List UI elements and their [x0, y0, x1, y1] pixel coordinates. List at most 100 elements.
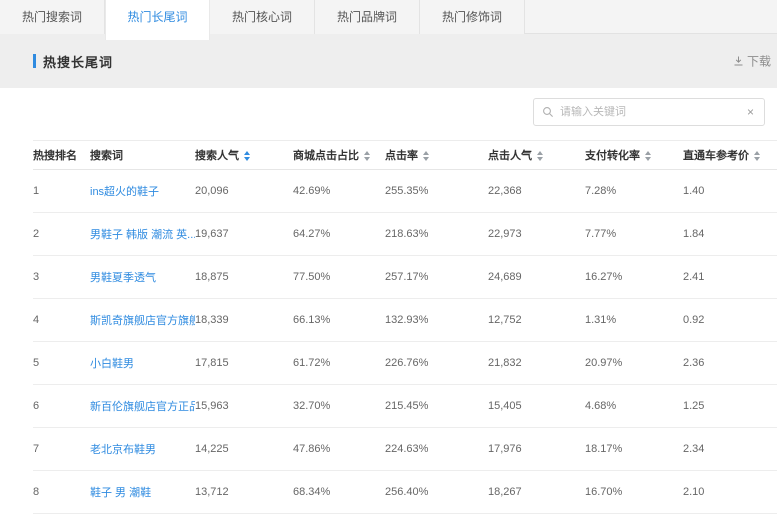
column-label: 商城点击占比 [293, 150, 359, 162]
mall_click_share-cell: 64.27% [293, 213, 385, 256]
column-header-ztc_ref_price[interactable]: 直通车参考价 [683, 141, 777, 170]
table-header-row: 热搜排名搜索词搜索人气商城点击占比点击率点击人气支付转化率直通车参考价 [33, 141, 777, 170]
search_popularity-cell: 17,815 [195, 342, 293, 385]
search_popularity-cell: 20,096 [195, 170, 293, 213]
click_rate-cell: 224.63% [385, 428, 488, 471]
pay_conversion-cell: 20.97% [585, 342, 683, 385]
click_rate-cell: 218.63% [385, 213, 488, 256]
ztc_ref_price-cell: 1.84 [683, 213, 777, 256]
column-header-click_popularity[interactable]: 点击人气 [488, 141, 585, 170]
mall_click_share-cell: 32.70% [293, 385, 385, 428]
keyword-link[interactable]: 鞋子 男 潮鞋 [90, 487, 151, 499]
keyword-link[interactable]: 新百伦旗舰店官方正品 [90, 401, 195, 413]
hot-longtail-keywords-page: 热门搜索词热门长尾词热门核心词热门品牌词热门修饰词 热搜长尾词 下载 × [0, 0, 777, 528]
keyword-search-box: × [533, 98, 765, 126]
keyword-link[interactable]: ins超火的鞋子 [90, 186, 159, 198]
pay_conversion-cell: 7.77% [585, 213, 683, 256]
ztc_ref_price-cell: 0.92 [683, 299, 777, 342]
column-label: 点击人气 [488, 150, 532, 162]
keyword-cell: ins超火的鞋子 [90, 170, 195, 213]
rank-cell: 7 [33, 428, 90, 471]
ztc_ref_price-cell: 2.10 [683, 471, 777, 514]
keyword-cell: 斯凯奇旗舰店官方旗舰 [90, 299, 195, 342]
table-row: 4斯凯奇旗舰店官方旗舰18,33966.13%132.93%12,7521.31… [33, 299, 777, 342]
tab-bar: 热门搜索词热门长尾词热门核心词热门品牌词热门修饰词 [0, 0, 777, 34]
sort-icon[interactable] [364, 151, 370, 161]
search_popularity-cell: 18,339 [195, 299, 293, 342]
table-row: 8鞋子 男 潮鞋13,71268.34%256.40%18,26716.70%2… [33, 471, 777, 514]
tab-5[interactable]: 热门修饰词 [420, 0, 525, 34]
column-label: 支付转化率 [585, 150, 640, 162]
click_rate-cell: 215.45% [385, 385, 488, 428]
ztc_ref_price-cell: 2.41 [683, 256, 777, 299]
download-link[interactable]: 下载 [733, 53, 771, 70]
click_rate-cell: 226.76% [385, 342, 488, 385]
tab-4[interactable]: 热门品牌词 [315, 0, 420, 34]
keyword-cell: 小白鞋男 [90, 342, 195, 385]
sort-icon[interactable] [423, 151, 429, 161]
sort-icon[interactable] [754, 151, 760, 161]
column-label: 搜索词 [90, 150, 123, 162]
table-row: 5小白鞋男17,81561.72%226.76%21,83220.97%2.36 [33, 342, 777, 385]
page-title: 热搜长尾词 [33, 52, 113, 71]
sort-icon[interactable] [537, 151, 543, 161]
keyword-link[interactable]: 老北京布鞋男 [90, 444, 156, 456]
download-icon [733, 56, 744, 67]
column-label: 点击率 [385, 150, 418, 162]
table-row: 7老北京布鞋男14,22547.86%224.63%17,97618.17%2.… [33, 428, 777, 471]
click_rate-cell: 256.40% [385, 471, 488, 514]
mall_click_share-cell: 77.50% [293, 256, 385, 299]
click_popularity-cell: 24,689 [488, 256, 585, 299]
click_popularity-cell: 15,405 [488, 385, 585, 428]
table-row: 1ins超火的鞋子20,09642.69%255.35%22,3687.28%1… [33, 170, 777, 213]
column-header-search_popularity[interactable]: 搜索人气 [195, 141, 293, 170]
rank-cell: 6 [33, 385, 90, 428]
click_popularity-cell: 21,832 [488, 342, 585, 385]
keyword-link[interactable]: 斯凯奇旗舰店官方旗舰 [90, 315, 195, 327]
tab-3[interactable]: 热门核心词 [210, 0, 315, 34]
click_popularity-cell: 22,973 [488, 213, 585, 256]
ztc_ref_price-cell: 2.36 [683, 342, 777, 385]
keyword-cell: 鞋子 男 潮鞋 [90, 471, 195, 514]
download-label: 下载 [747, 53, 771, 70]
column-header-click_rate[interactable]: 点击率 [385, 141, 488, 170]
keyword-cell: 老北京布鞋男 [90, 428, 195, 471]
table-row: 2男鞋子 韩版 潮流 英...19,63764.27%218.63%22,973… [33, 213, 777, 256]
column-header-mall_click_share[interactable]: 商城点击占比 [293, 141, 385, 170]
search_popularity-cell: 15,963 [195, 385, 293, 428]
pay_conversion-cell: 7.28% [585, 170, 683, 213]
rank-cell: 5 [33, 342, 90, 385]
ztc_ref_price-cell: 1.25 [683, 385, 777, 428]
keyword-link[interactable]: 男鞋子 韩版 潮流 英... [90, 229, 195, 241]
rank-cell: 4 [33, 299, 90, 342]
keyword-link[interactable]: 小白鞋男 [90, 358, 134, 370]
search-row: × [0, 88, 777, 140]
table-row: 3男鞋夏季透气18,87577.50%257.17%24,68916.27%2.… [33, 256, 777, 299]
sort-icon[interactable] [244, 151, 250, 161]
search_popularity-cell: 19,637 [195, 213, 293, 256]
search_popularity-cell: 13,712 [195, 471, 293, 514]
section-header: 热搜长尾词 下载 [0, 34, 777, 88]
search_popularity-cell: 14,225 [195, 428, 293, 471]
rank-cell: 3 [33, 256, 90, 299]
page-title-text: 热搜长尾词 [43, 52, 113, 71]
column-header-keyword: 搜索词 [90, 141, 195, 170]
rank-cell: 2 [33, 213, 90, 256]
keywords-table: 热搜排名搜索词搜索人气商城点击占比点击率点击人气支付转化率直通车参考价 1ins… [33, 140, 777, 514]
click_popularity-cell: 22,368 [488, 170, 585, 213]
mall_click_share-cell: 42.69% [293, 170, 385, 213]
keyword-link[interactable]: 男鞋夏季透气 [90, 272, 156, 284]
column-header-pay_conversion[interactable]: 支付转化率 [585, 141, 683, 170]
keyword-cell: 新百伦旗舰店官方正品 [90, 385, 195, 428]
ztc_ref_price-cell: 2.34 [683, 428, 777, 471]
close-icon[interactable]: × [745, 104, 756, 120]
pay_conversion-cell: 16.70% [585, 471, 683, 514]
tab-1[interactable]: 热门搜索词 [0, 0, 105, 34]
search-input[interactable] [560, 106, 745, 118]
click_popularity-cell: 18,267 [488, 471, 585, 514]
sort-icon[interactable] [645, 151, 651, 161]
tab-2[interactable]: 热门长尾词 [105, 0, 210, 40]
table-row: 6新百伦旗舰店官方正品15,96332.70%215.45%15,4054.68… [33, 385, 777, 428]
click_popularity-cell: 12,752 [488, 299, 585, 342]
rank-cell: 8 [33, 471, 90, 514]
